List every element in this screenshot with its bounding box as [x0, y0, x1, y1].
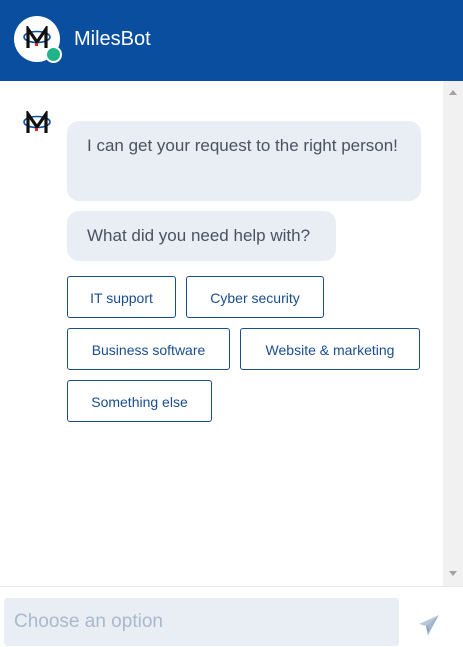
- chat-widget: MilesBot I can get your request to the r…: [0, 0, 463, 647]
- option-business-software-button[interactable]: Business software: [67, 328, 230, 370]
- message-input-placeholder: Choose an option: [14, 611, 163, 632]
- message-input[interactable]: Choose an option: [4, 598, 399, 646]
- composer-bar: Choose an option: [0, 586, 463, 647]
- option-it-support-button[interactable]: IT support: [67, 276, 176, 318]
- option-something-else-button[interactable]: Something else: [67, 380, 212, 422]
- chat-header: MilesBot: [0, 0, 463, 81]
- online-status-indicator: [45, 46, 62, 63]
- send-icon[interactable]: [418, 614, 440, 636]
- scroll-up-arrow-icon[interactable]: [449, 90, 457, 95]
- option-cyber-security-button[interactable]: Cyber security: [186, 276, 324, 318]
- scroll-down-arrow-icon[interactable]: [449, 571, 457, 576]
- milesbot-logo-icon: [23, 26, 51, 48]
- message-list: I can get your request to the right pers…: [0, 81, 443, 586]
- option-website-marketing-button[interactable]: Website & marketing: [240, 328, 420, 370]
- bot-message: I can get your request to the right pers…: [67, 121, 421, 201]
- bot-message: What did you need help with?: [67, 211, 336, 261]
- bot-avatar: [14, 16, 62, 63]
- header-title: MilesBot: [74, 28, 151, 50]
- milesbot-logo-icon: [23, 111, 51, 133]
- message-scrollbar[interactable]: [443, 81, 463, 586]
